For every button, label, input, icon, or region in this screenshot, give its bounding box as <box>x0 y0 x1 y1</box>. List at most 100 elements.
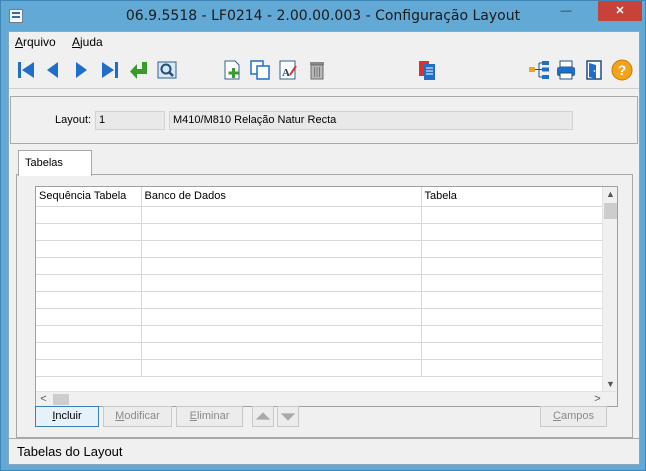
incluir-button[interactable]: Incluir <box>35 406 99 427</box>
table-cell[interactable] <box>141 206 422 224</box>
table-cell[interactable] <box>36 325 142 343</box>
table-cell[interactable] <box>36 291 142 309</box>
table-cell[interactable] <box>36 223 142 241</box>
table-cell[interactable] <box>141 223 422 241</box>
table-cell[interactable] <box>421 274 607 292</box>
table-cell[interactable] <box>421 325 607 343</box>
table-row[interactable] <box>36 206 607 224</box>
table-cell[interactable] <box>141 342 422 360</box>
preview-icon[interactable] <box>156 59 178 81</box>
table-cell[interactable] <box>36 274 142 292</box>
vertical-scroll-thumb[interactable] <box>604 203 617 219</box>
table-row[interactable] <box>36 359 607 377</box>
menu-arquivo[interactable]: Arquivo <box>15 35 56 49</box>
first-record-icon[interactable] <box>15 59 37 81</box>
table-cell[interactable] <box>36 206 142 224</box>
horizontal-scroll-thumb[interactable] <box>53 394 69 405</box>
eliminar-accel: E <box>189 410 197 422</box>
vertical-scrollbar[interactable]: ▲ ▼ <box>602 187 617 391</box>
grid-table: Sequência Tabela Banco de Dados Tabela <box>36 187 607 377</box>
campos-button[interactable]: Campos <box>540 406 607 427</box>
table-cell[interactable] <box>36 308 142 326</box>
layout-code-field: 1 <box>95 111 165 130</box>
campos-accel: C <box>553 410 561 422</box>
move-up-arrow-icon <box>255 412 271 420</box>
layout-description-field: M410/M810 Relação Natur Recta <box>169 111 573 130</box>
horizontal-scrollbar[interactable]: < > <box>36 391 617 406</box>
move-down-button[interactable] <box>277 406 299 427</box>
application-window: 06.9.5518 - LF0214 - 2.00.00.003 - Confi… <box>0 0 646 471</box>
previous-record-icon[interactable] <box>42 59 64 81</box>
status-divider <box>9 438 639 439</box>
menu-ajuda[interactable]: Ajuda <box>72 35 103 49</box>
modificar-accel: M <box>115 410 125 422</box>
layout-header-panel: Layout: 1 M410/M810 Relação Natur Recta <box>10 96 638 144</box>
trash-icon[interactable] <box>306 59 328 81</box>
modificar-rest: odificar <box>124 410 160 422</box>
tables-grid[interactable]: Sequência Tabela Banco de Dados Tabela ▲… <box>35 186 618 407</box>
table-row[interactable] <box>36 257 607 275</box>
table-row[interactable] <box>36 291 607 309</box>
new-document-icon[interactable] <box>221 59 243 81</box>
help-icon[interactable]: ? <box>611 59 633 81</box>
status-bar-text: Tabelas do Layout <box>17 444 123 459</box>
scroll-right-arrow[interactable]: > <box>590 392 605 406</box>
last-record-icon[interactable] <box>99 59 121 81</box>
table-row[interactable] <box>36 240 607 258</box>
return-icon[interactable] <box>128 59 150 81</box>
column-header-tabela[interactable]: Tabela <box>421 187 607 207</box>
svg-text:A: A <box>282 67 290 79</box>
table-cell[interactable] <box>141 308 422 326</box>
exit-door-icon[interactable] <box>583 59 605 81</box>
scroll-left-arrow[interactable]: < <box>36 392 51 406</box>
next-record-icon[interactable] <box>70 59 92 81</box>
edit-text-icon[interactable]: A <box>277 59 299 81</box>
table-cell[interactable] <box>421 342 607 360</box>
copy-icon[interactable] <box>249 59 271 81</box>
table-cell[interactable] <box>36 359 142 377</box>
hierarchy-icon[interactable] <box>528 59 550 81</box>
table-cell[interactable] <box>421 291 607 309</box>
table-cell[interactable] <box>36 257 142 275</box>
table-cell[interactable] <box>421 359 607 377</box>
table-cell[interactable] <box>421 223 607 241</box>
printer-icon[interactable] <box>555 59 577 81</box>
table-cell[interactable] <box>421 308 607 326</box>
campos-rest: ampos <box>560 410 594 422</box>
close-button[interactable]: ✕ <box>598 1 642 21</box>
move-down-arrow-icon <box>280 413 296 421</box>
tab-tabelas[interactable]: Tabelas <box>18 150 92 176</box>
table-row[interactable] <box>36 308 607 326</box>
table-row[interactable] <box>36 325 607 343</box>
column-header-sequencia[interactable]: Sequência Tabela <box>36 187 142 207</box>
menu-ajuda-accel: A <box>72 35 81 49</box>
table-cell[interactable] <box>421 206 607 224</box>
table-row[interactable] <box>36 223 607 241</box>
title-bar[interactable]: 06.9.5518 - LF0214 - 2.00.00.003 - Confi… <box>1 1 645 31</box>
client-area: Arquivo Ajuda A ? Layout: 1 M410/M810 Re… <box>8 31 640 465</box>
table-cell[interactable] <box>141 325 422 343</box>
report-icon[interactable] <box>416 59 438 81</box>
scroll-up-arrow[interactable]: ▲ <box>603 187 617 201</box>
menu-bar: Arquivo Ajuda <box>9 32 639 52</box>
table-cell[interactable] <box>421 257 607 275</box>
table-cell[interactable] <box>141 257 422 275</box>
minimize-button[interactable]: — <box>553 1 579 21</box>
column-header-banco-de-dados[interactable]: Banco de Dados <box>141 187 422 207</box>
move-up-button[interactable] <box>252 406 274 427</box>
eliminar-button[interactable]: Eliminar <box>176 406 243 427</box>
scroll-down-arrow[interactable]: ▼ <box>603 377 617 391</box>
tabelas-panel: Sequência Tabela Banco de Dados Tabela ▲… <box>16 174 633 438</box>
table-cell[interactable] <box>36 240 142 258</box>
help-glyph: ? <box>618 62 627 78</box>
table-cell[interactable] <box>141 274 422 292</box>
table-row[interactable] <box>36 274 607 292</box>
menu-arquivo-rest: rquivo <box>23 35 56 49</box>
table-row[interactable] <box>36 342 607 360</box>
table-cell[interactable] <box>421 240 607 258</box>
table-cell[interactable] <box>141 240 422 258</box>
modificar-button[interactable]: Modificar <box>103 406 172 427</box>
table-cell[interactable] <box>141 291 422 309</box>
table-cell[interactable] <box>36 342 142 360</box>
table-cell[interactable] <box>141 359 422 377</box>
